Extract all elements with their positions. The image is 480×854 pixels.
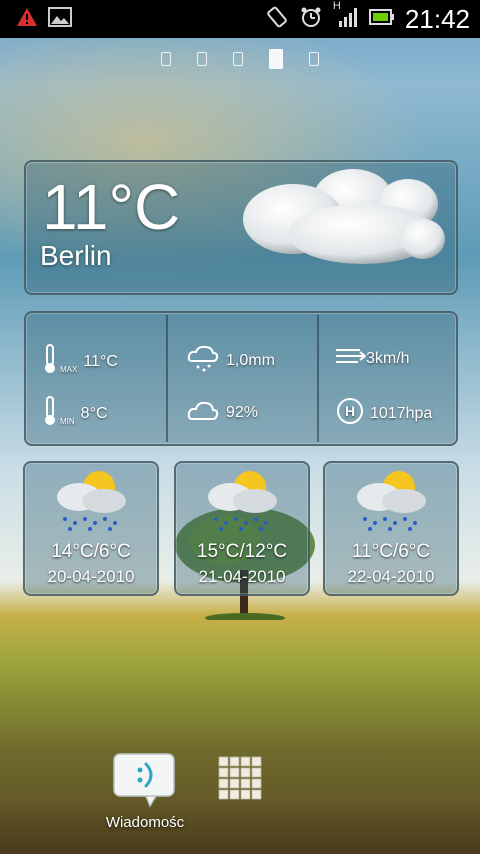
wind-value: 3km/h — [366, 349, 410, 367]
page-dot[interactable] — [309, 52, 319, 66]
forecast-date: 22-04-2010 — [347, 567, 435, 586]
alarm-icon — [299, 5, 323, 34]
network-type-label: H — [332, 0, 341, 12]
rain-sun-icon — [57, 471, 126, 531]
pressure-cell: H 1017hpa — [336, 397, 432, 430]
forecast-day-2[interactable]: 15°C/12°C 21-04-2010 — [174, 461, 310, 596]
column-divider — [317, 315, 319, 442]
gallery-icon — [48, 6, 72, 32]
messaging-app-label: Wiadomośc — [105, 814, 185, 831]
rotation-icon — [265, 5, 289, 34]
precipitation-value: 1,0mm — [226, 351, 275, 369]
max-temp-cell: MAX 11°C — [42, 343, 118, 380]
app-drawer-button[interactable] — [218, 756, 262, 800]
wind-icon — [334, 345, 368, 372]
app-drawer-icon — [218, 756, 262, 800]
forecast-date: 20-04-2010 — [47, 567, 135, 586]
page-dot[interactable] — [161, 52, 171, 66]
wind-cell: 3km/h — [334, 345, 410, 372]
forecast-day-3[interactable]: 11°C/6°C 22-04-2010 — [323, 461, 459, 596]
thermometer-min-icon — [42, 395, 58, 432]
precipitation-cell: 1,0mm — [186, 343, 275, 378]
thermometer-max-icon — [42, 343, 58, 380]
page-dot[interactable] — [197, 52, 207, 66]
forecast-temp: 15°C/12°C — [196, 541, 288, 562]
dock — [0, 798, 480, 854]
status-bar: H 21:42 — [0, 0, 480, 38]
forecast-day-1[interactable]: 14°C/6°C 20-04-2010 — [23, 461, 159, 596]
cloud-icon — [243, 169, 445, 264]
messaging-icon — [113, 753, 175, 808]
current-temperature: 11°C — [42, 171, 181, 243]
humidity-cell: 92% — [186, 397, 258, 428]
home-page-indicator — [0, 49, 480, 69]
pressure-value: 1017hpa — [370, 404, 433, 422]
min-label: MIN — [60, 417, 75, 426]
signal-icon: H — [333, 0, 359, 33]
current-weather-widget[interactable]: 11°C Berlin — [24, 160, 458, 295]
page-dot-active[interactable] — [269, 49, 283, 69]
max-temp-value: 11°C — [83, 352, 118, 370]
page-dot[interactable] — [233, 52, 243, 66]
pressure-icon: H — [336, 397, 364, 430]
clock: 21:42 — [404, 3, 470, 34]
battery-icon — [368, 8, 395, 31]
forecast-temp: 14°C/6°C — [51, 541, 131, 562]
forecast-date: 21-04-2010 — [198, 567, 286, 586]
rain-cloud-icon — [186, 343, 220, 378]
messaging-app-icon[interactable] — [112, 752, 176, 808]
min-temp-value: 8°C — [80, 404, 108, 422]
humidity-cloud-icon — [186, 397, 220, 428]
svg-text:H: H — [345, 403, 355, 419]
humidity-value: 92% — [226, 403, 259, 421]
forecast-temp: 11°C/6°C — [351, 541, 431, 562]
rain-sun-icon — [357, 471, 426, 531]
rain-sun-icon — [208, 471, 277, 531]
max-label: MAX — [60, 365, 78, 374]
warning-icon — [16, 7, 38, 32]
city-name: Berlin — [40, 240, 112, 271]
weather-details-widget[interactable]: MAX 11°C MIN 8°C 1,0mm 92% 3km/h H 1017h… — [24, 311, 458, 446]
min-temp-cell: MIN 8°C — [42, 395, 108, 432]
column-divider — [166, 315, 168, 442]
